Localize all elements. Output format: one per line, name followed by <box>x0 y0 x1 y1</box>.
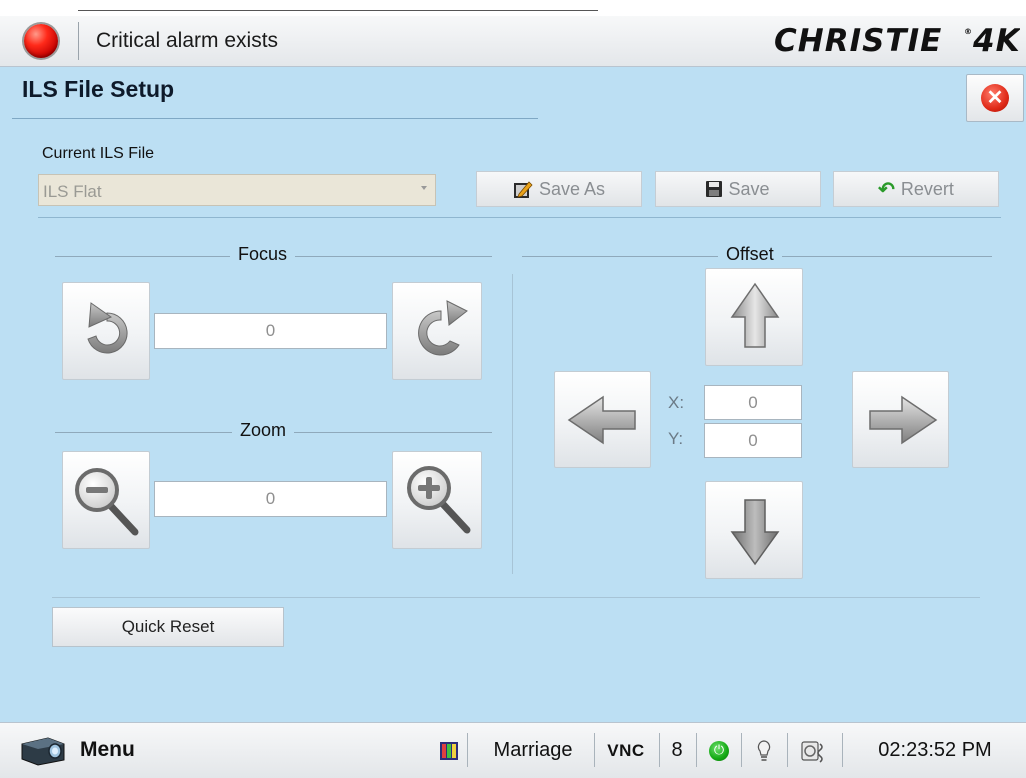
focus-title: Focus <box>230 244 296 265</box>
status-separator <box>594 733 595 767</box>
rotate-ccw-icon <box>87 302 128 354</box>
chevron-down-icon <box>421 186 427 190</box>
bottom-divider <box>52 597 980 598</box>
vnc-indicator[interactable]: VNC <box>598 723 654 778</box>
status-separator <box>741 733 742 767</box>
ils-file-selected-value: ILS Flat <box>43 182 102 201</box>
save-as-button[interactable]: Save As <box>476 171 642 207</box>
save-as-label: Save As <box>538 178 606 199</box>
svg-text:®: ® <box>964 27 973 36</box>
svg-text:4K: 4K <box>972 23 1020 58</box>
lamp-status[interactable] <box>746 723 782 778</box>
fan-thermal-icon <box>801 740 823 763</box>
revert-label: Revert <box>900 178 954 199</box>
close-button[interactable]: ✕ <box>966 74 1024 122</box>
zoom-title: Zoom <box>232 420 295 441</box>
status-separator <box>842 733 843 767</box>
offset-y-field[interactable]: 0 <box>704 423 802 458</box>
zoom-value-field[interactable]: 0 <box>154 481 387 517</box>
offset-down-button[interactable] <box>705 481 803 579</box>
power-icon <box>709 740 729 761</box>
floppy-disk-icon <box>706 181 723 197</box>
arrow-left-icon <box>567 395 636 445</box>
offset-right-button[interactable] <box>852 371 949 468</box>
preset-name[interactable]: Marriage <box>478 723 588 778</box>
header-separator <box>78 22 79 60</box>
offset-x-field[interactable]: 0 <box>704 385 802 420</box>
page-title: ILS File Setup <box>22 76 175 102</box>
top-rule <box>78 10 598 11</box>
focus-value-field[interactable]: 0 <box>154 313 387 349</box>
save-label: Save <box>728 178 770 199</box>
offset-up-button[interactable] <box>705 268 803 366</box>
projector-icon <box>18 734 68 766</box>
clock: 02:23:52 PM <box>878 739 992 761</box>
title-underline <box>12 118 538 119</box>
christie-logo: CHRISTIE ® 4K <box>774 22 1021 66</box>
offset-y-label: Y: <box>668 429 684 448</box>
focus-increase-button[interactable] <box>392 282 482 380</box>
svg-text:CHRISTIE: CHRISTIE <box>774 23 942 58</box>
status-separator <box>467 733 468 767</box>
test-pattern-icon[interactable] <box>436 723 462 778</box>
focus-decrease-button[interactable] <box>62 282 150 380</box>
zoom-in-icon <box>407 466 471 534</box>
alarm-light-icon[interactable] <box>24 24 58 58</box>
alarm-status-text[interactable]: Critical alarm exists <box>96 29 278 53</box>
zoom-out-button[interactable] <box>62 451 150 549</box>
undo-arrow-icon: ↶ <box>878 178 895 201</box>
arrow-right-icon <box>869 395 938 445</box>
offset-title: Offset <box>718 244 782 265</box>
status-bar: Menu Marriage VNC 8 02:23:52 PM <box>0 722 1026 778</box>
quick-reset-button[interactable]: Quick Reset <box>52 607 284 647</box>
main-panel: ILS File Setup ✕ Current ILS File ILS Fl… <box>0 67 1026 722</box>
close-x-icon: ✕ <box>981 84 1009 112</box>
cooling-status[interactable] <box>792 723 836 778</box>
menu-label: Menu <box>80 738 135 761</box>
vertical-divider <box>512 274 513 574</box>
ils-file-dropdown[interactable]: ILS Flat <box>38 174 436 206</box>
status-separator <box>696 733 697 767</box>
zoom-out-icon <box>75 468 139 536</box>
zoom-in-button[interactable] <box>392 451 482 549</box>
arrow-down-icon <box>730 499 780 566</box>
pencil-edit-icon <box>513 179 533 199</box>
lightbulb-icon <box>757 739 771 761</box>
rotate-cw-icon <box>418 300 468 356</box>
header-bar: Critical alarm exists CHRISTIE ® 4K <box>0 16 1026 67</box>
channel-number[interactable]: 8 <box>664 723 690 778</box>
current-file-label: Current ILS File <box>42 145 155 162</box>
save-button[interactable]: Save <box>655 171 821 207</box>
offset-left-button[interactable] <box>554 371 651 468</box>
status-separator <box>787 733 788 767</box>
arrow-up-icon <box>730 282 780 348</box>
status-separator <box>659 733 660 767</box>
menu-button[interactable]: Menu <box>18 729 135 771</box>
offset-x-label: X: <box>668 393 685 412</box>
power-status[interactable] <box>702 723 736 778</box>
revert-button[interactable]: ↶ Revert <box>833 171 999 207</box>
section-divider <box>38 217 1001 218</box>
